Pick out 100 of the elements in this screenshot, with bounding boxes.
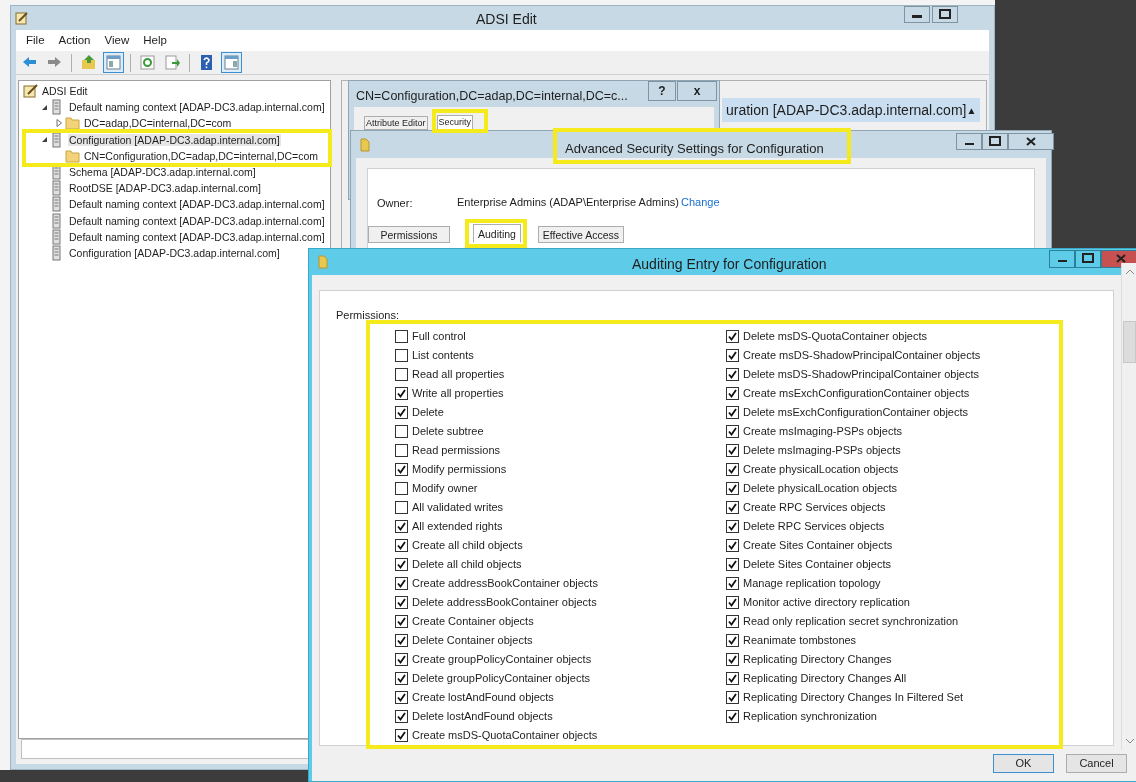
scrollbar[interactable]	[1121, 263, 1136, 750]
owner-label: Owner:	[377, 196, 413, 211]
tree-item[interactable]: Configuration [ADAP-DC3.adap.internal.com]	[68, 246, 281, 259]
minimize-button[interactable]	[1049, 250, 1075, 268]
tree-item[interactable]: Default naming context [ADAP-DC3.adap.internal.com]	[68, 214, 326, 227]
tree-item[interactable]: RootDSE [ADAP-DC3.adap.internal.com]	[68, 182, 262, 195]
checkbox[interactable]	[726, 501, 739, 514]
export-icon	[164, 54, 181, 71]
minimize-button[interactable]	[904, 6, 930, 23]
folder-icon	[360, 138, 370, 152]
maximize-button[interactable]	[982, 133, 1008, 150]
checkbox[interactable]	[395, 482, 408, 495]
checkbox[interactable]	[726, 406, 739, 419]
checkbox[interactable]	[395, 653, 408, 666]
menu-item[interactable]: View	[104, 31, 130, 50]
checkbox[interactable]	[726, 444, 739, 457]
checkbox[interactable]	[726, 349, 739, 362]
checkbox-label: Delete msDS-ShadowPrincipalContainer objects	[743, 367, 979, 383]
checkbox[interactable]	[726, 330, 739, 343]
checkbox[interactable]	[726, 634, 739, 647]
checkbox-label: Replicating Directory Changes All	[743, 671, 907, 687]
change-link[interactable]: Change	[681, 194, 720, 211]
checkbox[interactable]	[395, 539, 408, 552]
checkbox[interactable]	[395, 349, 408, 362]
checkbox[interactable]	[395, 463, 408, 476]
checkbox-label: Create physicalLocation objects	[743, 462, 899, 478]
checkbox[interactable]	[726, 710, 739, 723]
toolbar-button[interactable]	[137, 52, 158, 73]
toolbar-button[interactable]	[103, 52, 124, 73]
checkbox[interactable]	[395, 330, 408, 343]
cancel-button[interactable]: Cancel	[1066, 754, 1127, 773]
checkbox[interactable]	[726, 520, 739, 533]
tree-item[interactable]: Default naming context [ADAP-DC3.adap.internal.com]	[68, 101, 326, 114]
tab[interactable]: Effective Access	[538, 226, 624, 243]
minimize-button[interactable]	[956, 133, 982, 150]
checkbox[interactable]	[395, 672, 408, 685]
tab[interactable]: Permissions	[368, 226, 450, 243]
checkbox-label: List contents	[412, 348, 474, 364]
checkbox[interactable]	[395, 520, 408, 533]
dialog-title: CN=Configuration,DC=adap,DC=internal,DC=c...	[356, 88, 628, 105]
close-button[interactable]	[1101, 250, 1136, 268]
tree-item[interactable]: Default naming context [ADAP-DC3.adap.internal.com]	[68, 230, 326, 243]
tree-item[interactable]: Default naming context [ADAP-DC3.adap.internal.com]	[68, 198, 326, 211]
checkbox[interactable]	[726, 596, 739, 609]
checkbox[interactable]	[395, 615, 408, 628]
close-button[interactable]	[1008, 133, 1054, 150]
checkbox[interactable]	[395, 425, 408, 438]
checkbox[interactable]	[726, 691, 739, 704]
checkbox[interactable]	[395, 710, 408, 723]
maximize-button[interactable]	[1075, 250, 1101, 268]
checkbox[interactable]	[726, 653, 739, 666]
toolbar-button[interactable]	[221, 52, 242, 73]
scrollbar-thumb[interactable]	[1123, 321, 1136, 363]
checkbox[interactable]	[726, 368, 739, 381]
checkbox-label: Delete RPC Services objects	[743, 519, 885, 535]
refresh-icon	[139, 54, 156, 71]
close-button[interactable]: x	[677, 81, 717, 101]
checkbox[interactable]	[395, 596, 408, 609]
checkbox[interactable]	[726, 425, 739, 438]
tree-item[interactable]: CN=Configuration,DC=adap,DC=internal,DC=com	[83, 149, 320, 162]
checkbox-label: Delete msDS-QuotaContainer objects	[743, 329, 928, 345]
checkbox-label: All extended rights	[412, 519, 503, 535]
checkbox-label: Read only replication secret synchronization	[743, 614, 959, 630]
checkbox[interactable]	[395, 368, 408, 381]
checkbox[interactable]	[726, 558, 739, 571]
checkbox[interactable]	[726, 387, 739, 400]
maximize-button[interactable]	[932, 6, 958, 23]
checkbox[interactable]	[395, 501, 408, 514]
ok-button[interactable]: OK	[993, 754, 1054, 773]
menu-item[interactable]: Action	[58, 31, 91, 50]
tree-item[interactable]: Configuration [ADAP-DC3.adap.internal.com]	[68, 133, 281, 146]
help-button[interactable]: ?	[648, 81, 676, 101]
checkbox[interactable]	[726, 482, 739, 495]
checkbox-label: Modify permissions	[412, 462, 507, 478]
menu-item[interactable]: File	[26, 31, 45, 50]
tab[interactable]: Attribute Editor	[364, 116, 428, 130]
tree-item[interactable]: Schema [ADAP-DC3.adap.internal.com]	[68, 166, 257, 179]
checkbox[interactable]	[726, 463, 739, 476]
checkbox[interactable]	[395, 729, 408, 742]
checkbox[interactable]	[726, 539, 739, 552]
checkbox-label: Delete	[412, 405, 444, 421]
list-row[interactable]: uration [ADAP-DC3.adap.internal.com]▲	[722, 98, 980, 122]
checkbox[interactable]	[395, 634, 408, 647]
tree-item[interactable]: DC=adap,DC=internal,DC=com	[83, 117, 233, 130]
checkbox[interactable]	[395, 558, 408, 571]
checkbox-label: Reanimate tombstones	[743, 633, 857, 649]
checkbox[interactable]	[395, 387, 408, 400]
checkbox[interactable]	[395, 444, 408, 457]
checkbox[interactable]	[395, 691, 408, 704]
tree-item[interactable]: ADSI Edit	[41, 85, 89, 98]
window-title: ADSI Edit	[476, 10, 537, 29]
checkbox[interactable]	[726, 577, 739, 590]
checkbox[interactable]	[726, 615, 739, 628]
checkbox[interactable]	[395, 406, 408, 419]
tab[interactable]: Auditing	[473, 224, 521, 243]
toolbar-button[interactable]	[162, 52, 183, 73]
checkbox[interactable]	[726, 672, 739, 685]
menu-item[interactable]: Help	[143, 31, 167, 50]
checkbox[interactable]	[395, 577, 408, 590]
dialog-title: Advanced Security Settings for Configuration	[565, 140, 824, 158]
